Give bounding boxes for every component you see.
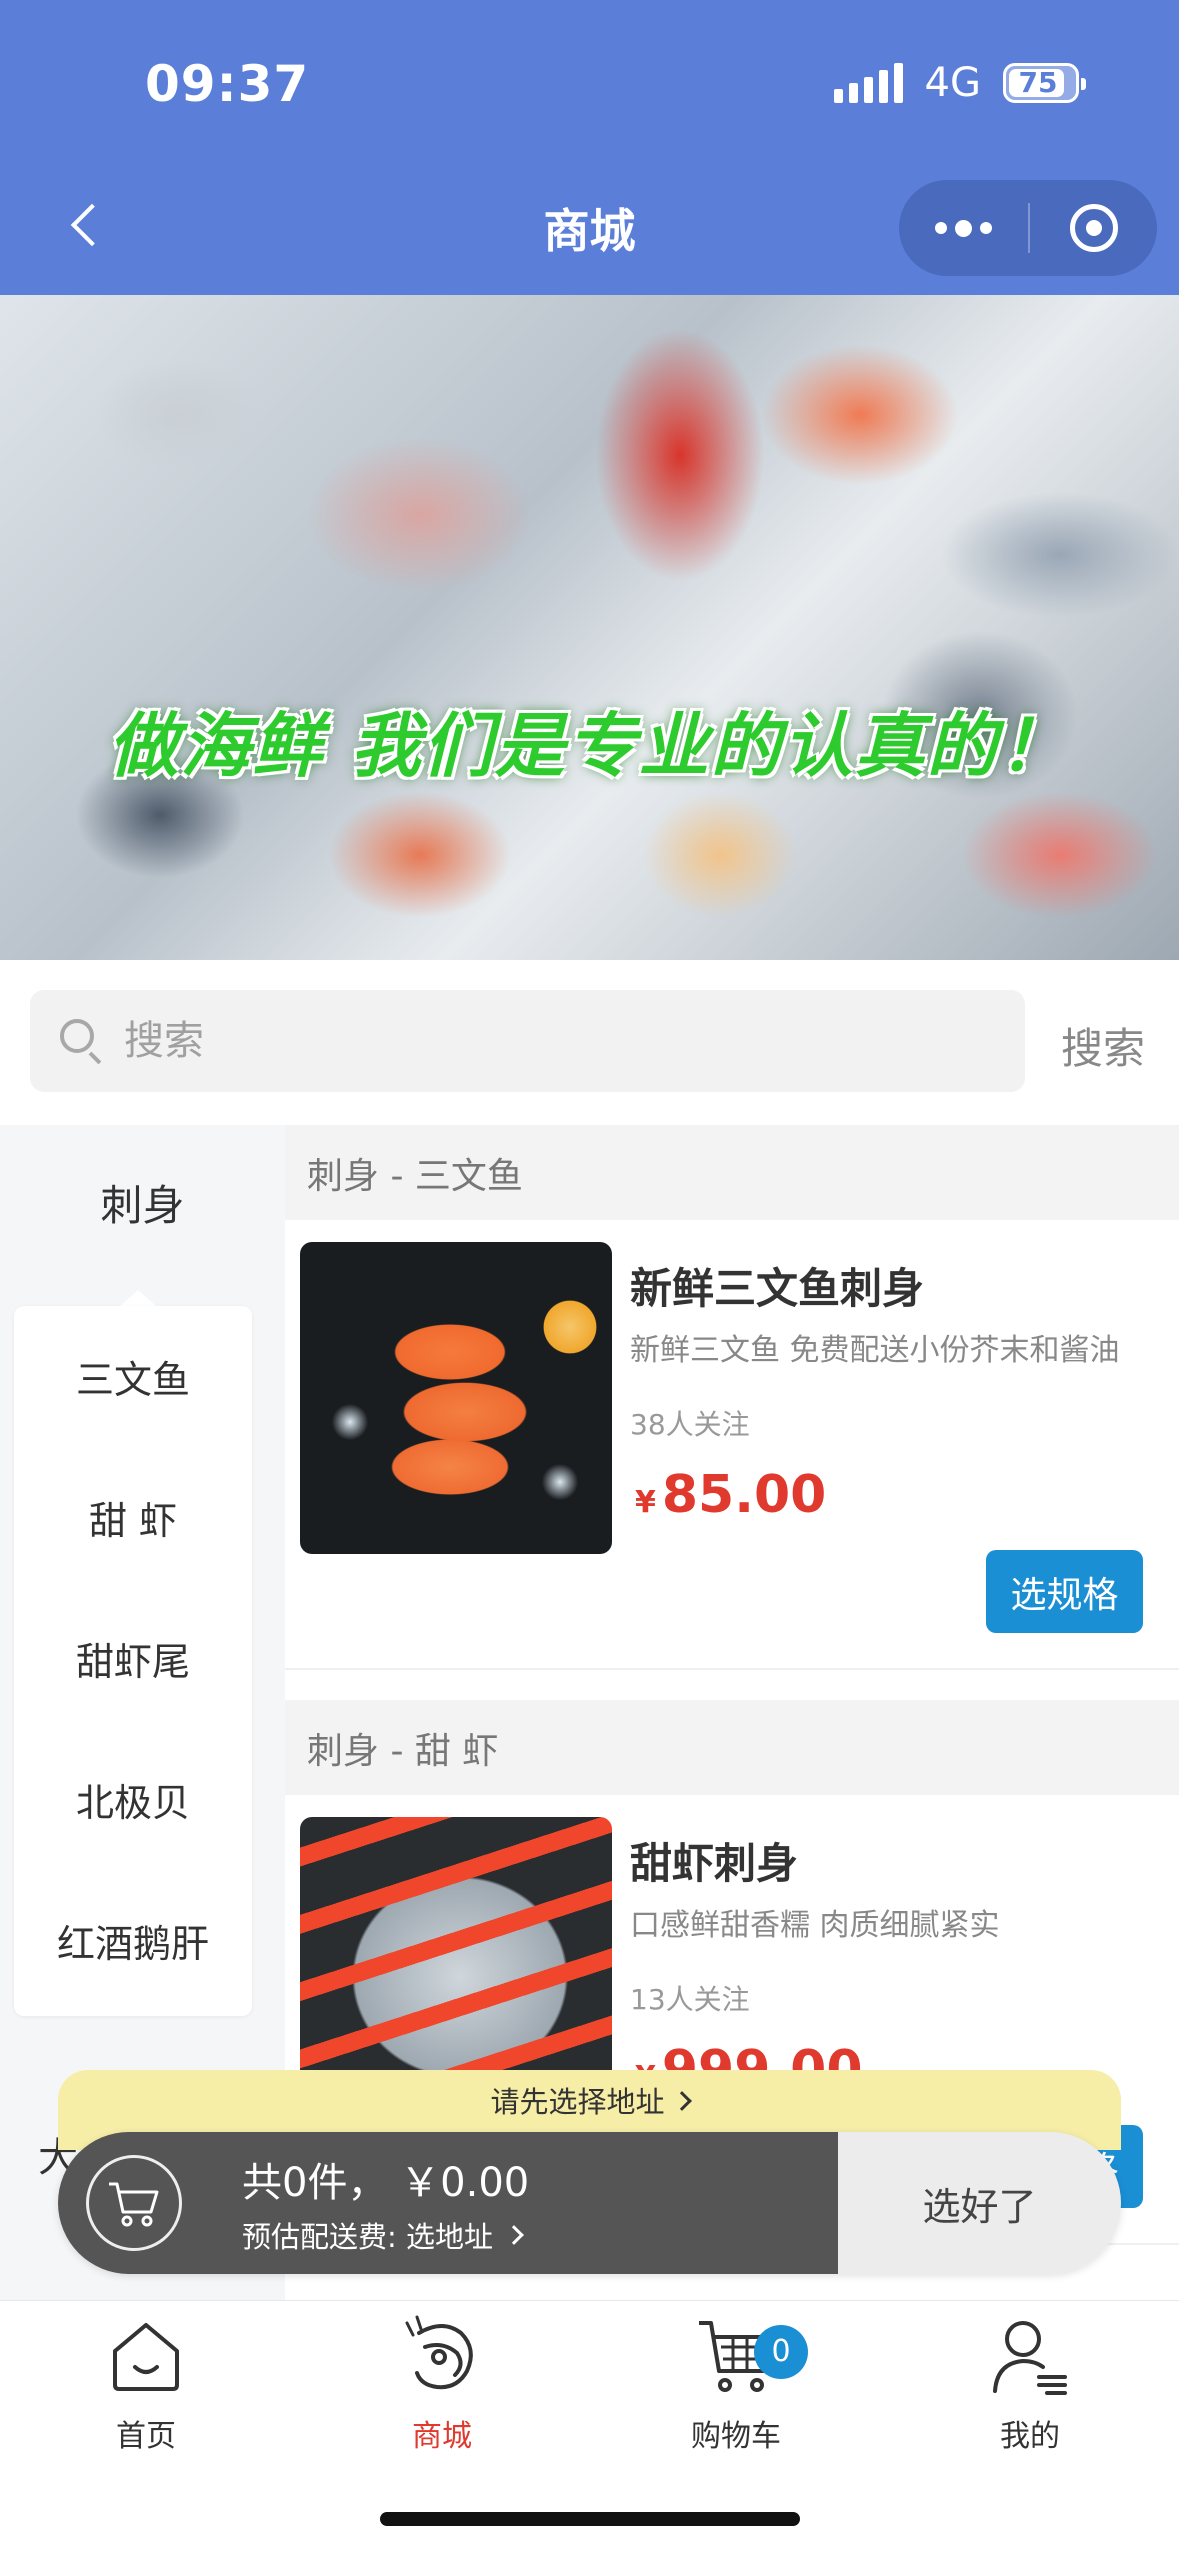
search-icon [60, 1019, 104, 1065]
search-input[interactable] [124, 1018, 1004, 1064]
more-icon[interactable] [899, 219, 1028, 237]
product-desc: 新鲜三文鱼 免费配送小份芥末和酱油 [630, 1333, 1120, 1368]
checkout-button[interactable]: 选好了 [838, 2132, 1121, 2274]
user-icon [993, 2321, 1067, 2395]
top-bar: 09:37 4G 75 商城 [0, 0, 1179, 295]
delivery-fee-text: 预估配送费: 选地址 [242, 2220, 493, 2254]
battery-icon: 75 [1003, 63, 1086, 103]
tab-label: 商城 [412, 2419, 472, 2454]
tab-cart[interactable]: 0 购物车 [636, 2313, 836, 2455]
sidebar-category[interactable]: 刺身 [0, 1125, 285, 1280]
tab-mine[interactable]: 我的 [930, 2313, 1130, 2455]
subcategory-item[interactable]: 红酒鹅肝 [14, 1870, 252, 2011]
product-follow-count: 38人关注 [630, 1408, 750, 1441]
cart-total: 共0件， ￥0.00 [242, 2160, 530, 2206]
section-header: 刺身 - 三文鱼 [285, 1125, 1179, 1220]
cart-summary[interactable]: 共0件， ￥0.00 预估配送费: 选地址 [58, 2132, 838, 2274]
search-bar: 搜索 [0, 960, 1179, 1125]
status-indicators: 4G 75 [833, 60, 1086, 106]
signal-icon [833, 63, 903, 103]
product-image[interactable] [300, 1242, 612, 1554]
product-follow-count: 13人关注 [630, 1983, 750, 2016]
section-header: 刺身 - 甜 虾 [285, 1700, 1179, 1795]
tab-mall[interactable]: 商城 [342, 2313, 542, 2455]
product-desc: 口感鲜甜香糯 肉质细腻紧实 [630, 1908, 1000, 1943]
subcategory-item[interactable]: 北极贝 [14, 1729, 252, 1870]
product-card[interactable]: 新鲜三文鱼刺身 新鲜三文鱼 免费配送小份芥末和酱油 38人关注 ¥ 85.00 … [285, 1220, 1179, 1670]
status-time: 09:37 [145, 55, 310, 113]
network-label: 4G [924, 60, 981, 106]
shrimp-icon [405, 2315, 473, 2390]
subcategory-item[interactable]: 甜虾尾 [14, 1588, 252, 1729]
cart-icon[interactable] [86, 2155, 182, 2251]
tab-home[interactable]: 首页 [46, 2313, 246, 2455]
home-indicator [380, 2512, 800, 2526]
search-box[interactable] [30, 990, 1025, 1092]
price-value: 85.00 [661, 1465, 827, 1525]
subcategory-panel: 三文鱼 甜 虾 甜虾尾 北极贝 红酒鹅肝 [14, 1306, 252, 2016]
cart-count-badge: 0 [754, 2325, 808, 2379]
battery-level: 75 [1018, 66, 1058, 99]
banner-slogan: 做海鲜 我们是专业的认真的！ [108, 705, 1071, 787]
chevron-right-icon [671, 2091, 692, 2111]
seafood-banner[interactable]: 做海鲜 我们是专业的认真的！ [0, 295, 1179, 960]
tab-label: 首页 [116, 2419, 176, 2454]
product-name: 新鲜三文鱼刺身 [630, 1264, 925, 1313]
cart-bar: 共0件， ￥0.00 预估配送费: 选地址 选好了 [58, 2132, 1121, 2274]
product-name: 甜虾刺身 [630, 1839, 799, 1888]
home-icon [113, 2323, 179, 2391]
subcategory-item[interactable]: 三文鱼 [14, 1306, 252, 1447]
search-button[interactable]: 搜索 [1061, 1015, 1145, 1076]
select-spec-button[interactable]: 选规格 [986, 1550, 1143, 1633]
address-tip-text: 请先选择地址 [490, 2085, 665, 2119]
delivery-fee[interactable]: 预估配送费: 选地址 [242, 2214, 524, 2256]
close-target-icon[interactable] [1030, 204, 1157, 252]
tab-label: 我的 [1000, 2419, 1060, 2454]
miniprogram-capsule [899, 180, 1157, 276]
currency-symbol: ¥ [635, 1485, 656, 1520]
product-price: ¥ 85.00 [635, 1465, 826, 1525]
tab-label: 购物车 [691, 2419, 781, 2454]
chevron-right-icon [504, 2225, 524, 2245]
subcategory-item[interactable]: 甜 虾 [14, 1447, 252, 1588]
